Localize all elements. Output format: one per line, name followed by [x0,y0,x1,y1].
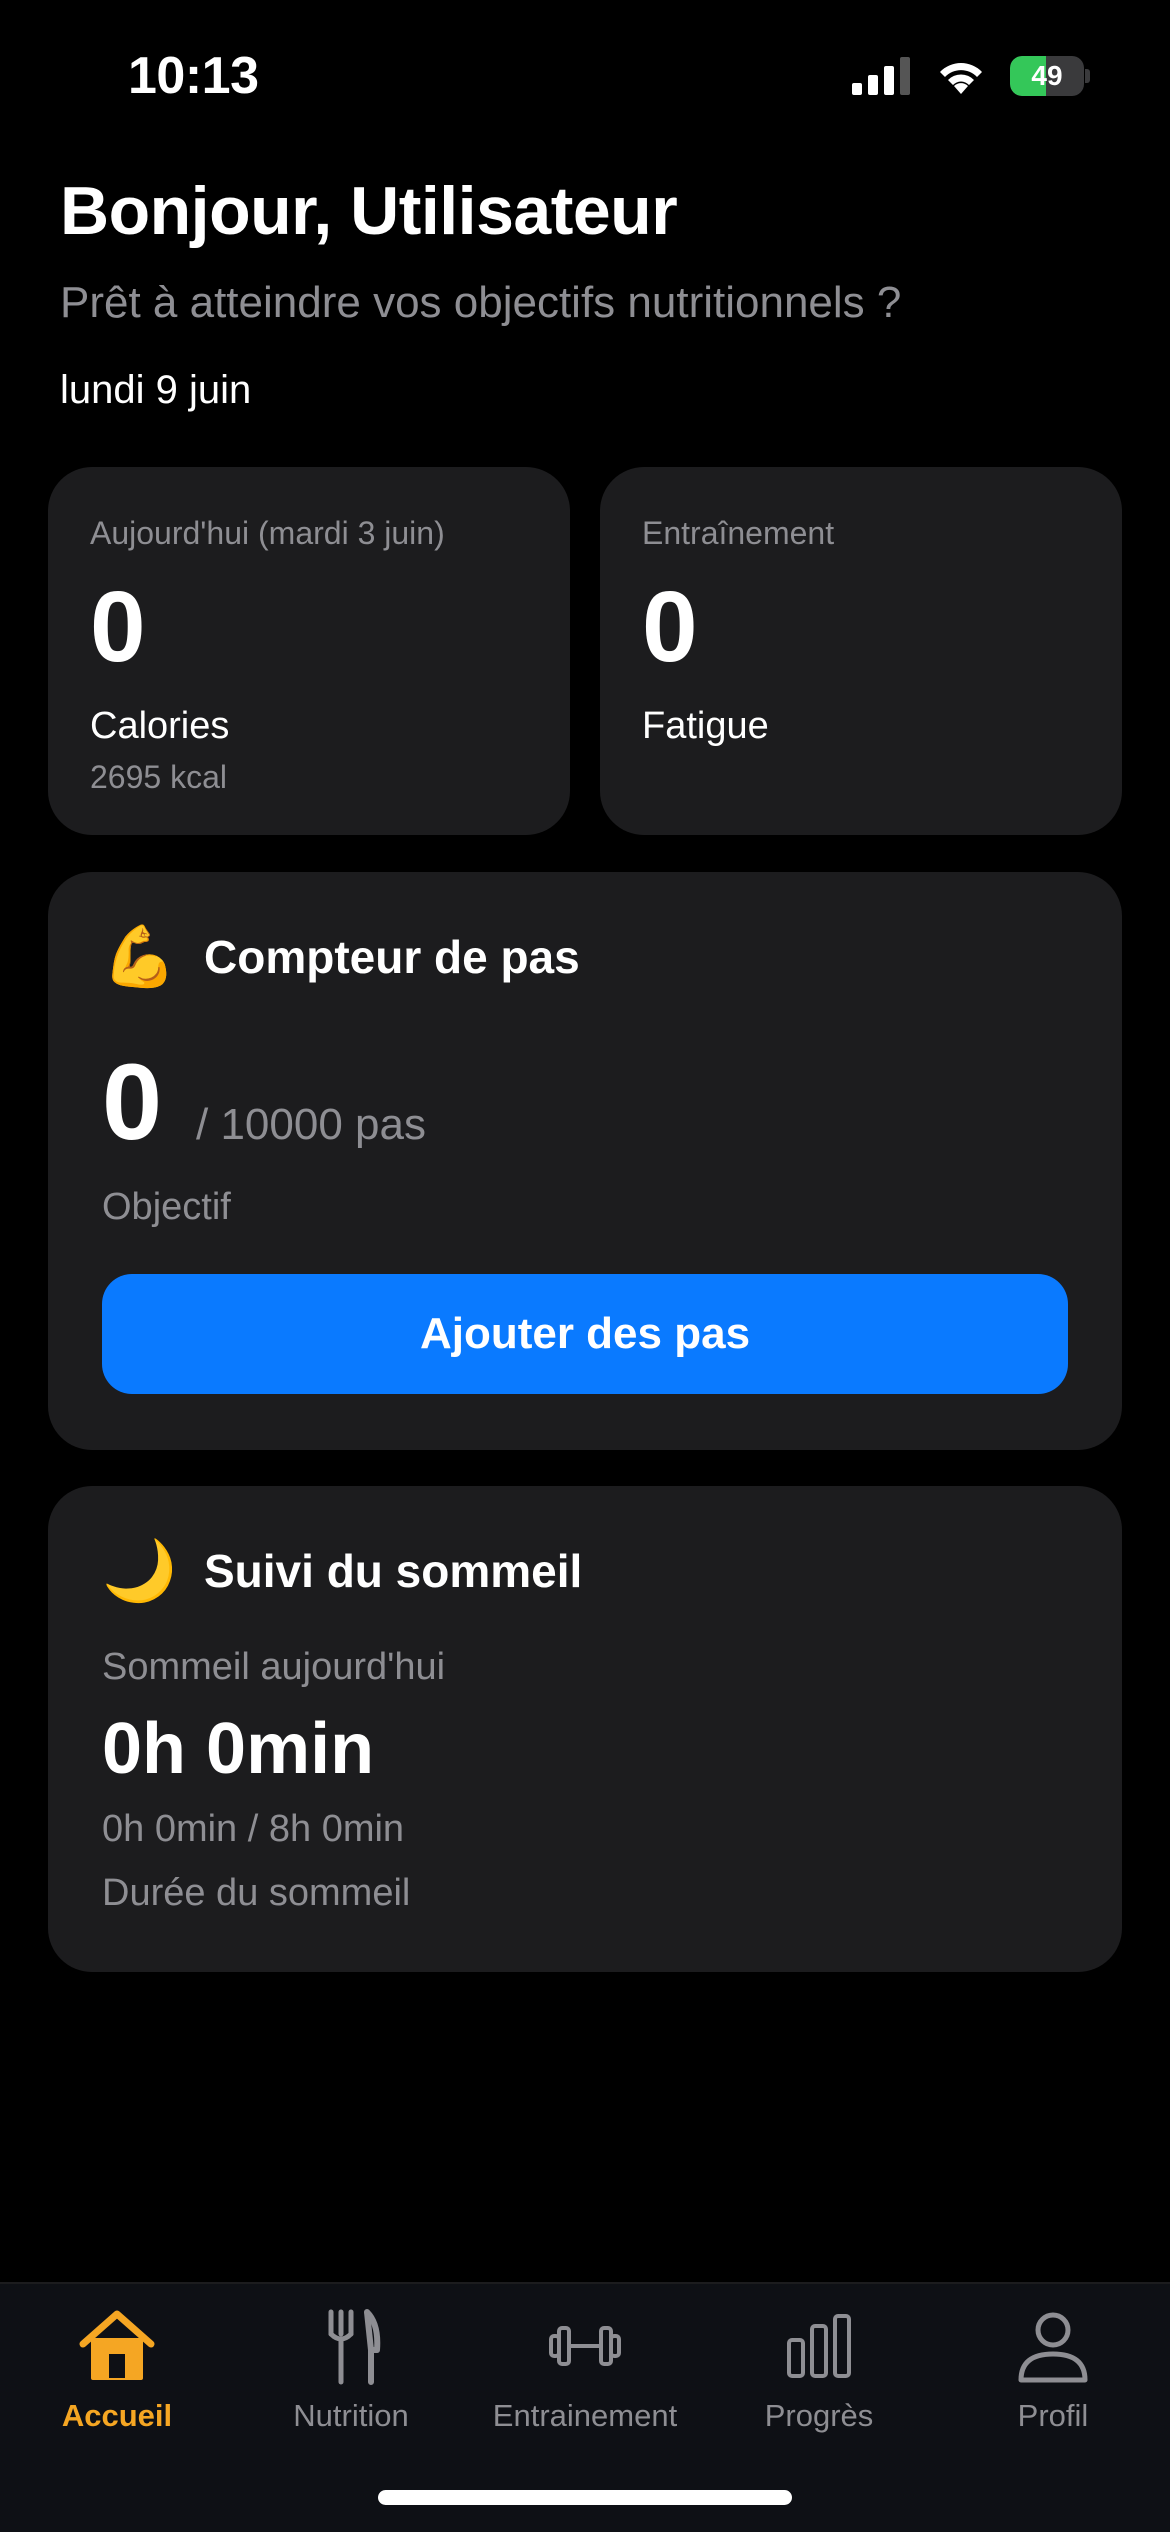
steps-goal-label: Objectif [102,1186,231,1228]
tab-nutrition[interactable]: Nutrition [234,2304,468,2434]
crescent-moon-icon: 🌙 [102,1537,177,1604]
fatigue-value: 0 [642,571,698,683]
dumbbell-icon [549,2326,621,2366]
training-card-label: Entraînement [642,515,835,551]
flexed-biceps-icon: 💪 [102,923,177,990]
tab-entrainement[interactable]: Entrainement [468,2304,702,2434]
tab-label: Accueil [61,2398,173,2433]
steps-card-title: Compteur de pas [204,931,580,983]
fork-knife-icon [328,2309,381,2385]
wifi-icon [940,63,982,94]
status-icons: 49 [852,56,1090,96]
add-steps-button[interactable]: Ajouter des pas [102,1274,1068,1394]
page-title: Bonjour, Utilisateur [60,173,678,249]
steps-card: 💪 Compteur de pas 0 / 10000 pas Objectif… [48,872,1122,1450]
sleep-progress: 0h 0min / 8h 0min [102,1808,405,1850]
tab-label: Nutrition [293,2398,409,2433]
sleep-today-label: Sommeil aujourd'hui [102,1646,446,1688]
page-subtitle: Prêt à atteindre vos objectifs nutrition… [60,278,902,327]
battery-level: 49 [1031,60,1063,91]
home-indicator[interactable] [378,2490,792,2505]
home-icon [79,2310,155,2380]
fatigue-metric-label: Fatigue [642,705,769,747]
battery-icon: 49 [1010,56,1090,96]
steps-count: 0 [102,1041,163,1162]
status-time: 10:13 [128,47,259,105]
steps-goal: / 10000 pas [196,1100,426,1149]
tab-label: Progrès [764,2398,874,2433]
sleep-card-title: Suivi du sommeil [204,1545,583,1597]
person-icon [1018,2312,1088,2383]
calories-target: 2695 kcal [90,759,227,795]
tab-accueil[interactable]: Accueil [0,2304,234,2434]
training-card[interactable]: Entraînement 0 Fatigue [600,467,1122,835]
tab-label: Entrainement [492,2398,678,2433]
calories-card-label: Aujourd'hui (mardi 3 juin) [90,515,445,551]
tab-profil[interactable]: Profil [936,2304,1170,2434]
sleep-duration-value: 0h 0min [102,1709,375,1789]
sleep-card-header: 🌙 Suivi du sommeil [102,1541,582,1601]
tab-label: Profil [1017,2398,1089,2433]
cellular-signal-icon [852,57,910,95]
current-date: lundi 9 juin [60,368,252,412]
tab-progres[interactable]: Progrès [702,2304,936,2434]
calories-value: 0 [90,571,146,683]
bar-chart-icon [787,2314,851,2378]
sleep-duration-label: Durée du sommeil [102,1872,411,1914]
calories-metric-label: Calories [90,705,230,747]
steps-card-header: 💪 Compteur de pas [102,927,580,987]
status-bar: 10:13 49 [0,0,1170,150]
calories-card[interactable]: Aujourd'hui (mardi 3 juin) 0 Calories 26… [48,467,570,835]
sleep-card: 🌙 Suivi du sommeil Sommeil aujourd'hui 0… [48,1486,1122,1972]
